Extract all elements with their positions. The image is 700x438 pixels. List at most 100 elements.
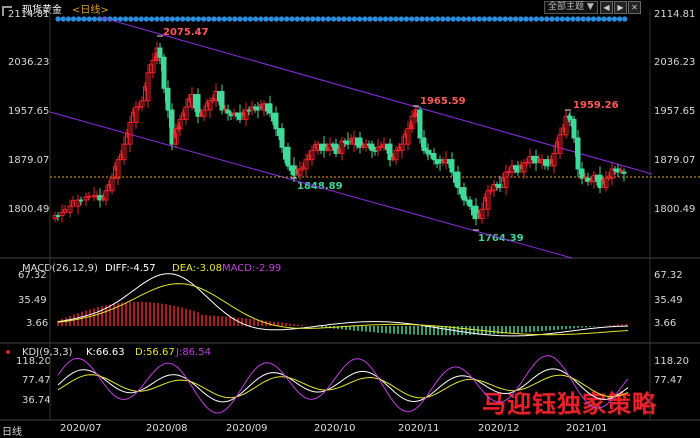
event-dot [591,16,597,22]
event-dot [55,16,61,22]
event-dot [357,16,363,22]
event-dot [549,16,555,22]
event-dot [346,16,352,22]
event-dot [617,16,623,22]
event-dot [305,16,311,22]
event-dot [341,16,347,22]
kdj-j-line [57,355,629,414]
event-dot [461,16,467,22]
event-dot [601,16,607,22]
event-dot [71,16,77,22]
event-dot [185,16,191,22]
event-dot [123,16,129,22]
event-dot [580,16,586,22]
event-dot [325,16,331,22]
event-dot [169,16,175,22]
event-dot [403,16,409,22]
event-dot [138,16,144,22]
event-dot [362,16,368,22]
event-dot [294,16,300,22]
event-dot [211,16,217,22]
event-dot [149,16,155,22]
event-dot [466,16,472,22]
event-dot [268,16,274,22]
event-dot [133,16,139,22]
event-dot [398,16,404,22]
event-dot [206,16,212,22]
event-dot [128,16,134,22]
event-dot [450,16,456,22]
event-dot [242,16,248,22]
event-dot [91,16,97,22]
event-dot [253,16,259,22]
candle [219,90,225,111]
event-dot [497,16,503,22]
candle [273,112,279,130]
event-dot [481,16,487,22]
event-dot [372,16,378,22]
event-dot [60,16,66,22]
candle [267,103,273,114]
event-dot [585,16,592,22]
event-dot [336,16,342,22]
event-dot [65,16,71,22]
candle [79,199,83,202]
event-dot [143,16,149,22]
event-dot [227,16,233,22]
event-dot [554,16,560,22]
candle [161,56,167,89]
event-dot [455,16,461,22]
event-dot [424,16,430,22]
event-dot [611,16,618,22]
candle [165,87,171,111]
event-dot [606,16,612,22]
event-dot [507,16,513,22]
candle [87,195,91,198]
kdj-d-line [57,374,629,399]
event-dot [81,16,87,22]
event-dot [273,16,279,22]
event-dot [279,16,285,22]
candle [461,187,467,201]
candle [467,199,473,207]
event-dot [445,16,451,22]
event-dot [164,16,170,22]
kdj-k-line [57,368,629,403]
event-dot [528,16,534,22]
event-dot [440,16,446,22]
event-dot [237,16,243,22]
event-dot [195,16,201,22]
event-dot [320,16,326,22]
candle [157,47,163,58]
event-dot [409,16,415,22]
event-dot [201,16,207,22]
event-dot [315,16,321,22]
candle [285,146,291,167]
event-dot [175,16,181,22]
candle [431,152,437,161]
event-dot [289,16,295,22]
candle [455,171,461,189]
event-dot [331,16,337,22]
event-dot [154,16,160,22]
event-dot [533,16,540,22]
event-dot [429,16,435,22]
event-dot [117,16,123,22]
event-dot [221,16,227,22]
event-dot [258,16,264,22]
event-dot [367,16,373,22]
event-dot [216,16,222,22]
event-dot [523,16,529,22]
candle [621,171,627,174]
price-chart[interactable] [0,0,700,435]
event-dot [492,16,498,22]
candle [575,137,581,170]
event-dot [159,16,165,22]
event-dot [414,16,420,22]
event-dot [76,16,82,22]
event-dot [299,16,305,22]
event-dot [622,16,628,22]
candle [279,128,285,148]
event-dot [86,16,92,22]
event-dot [232,16,238,22]
